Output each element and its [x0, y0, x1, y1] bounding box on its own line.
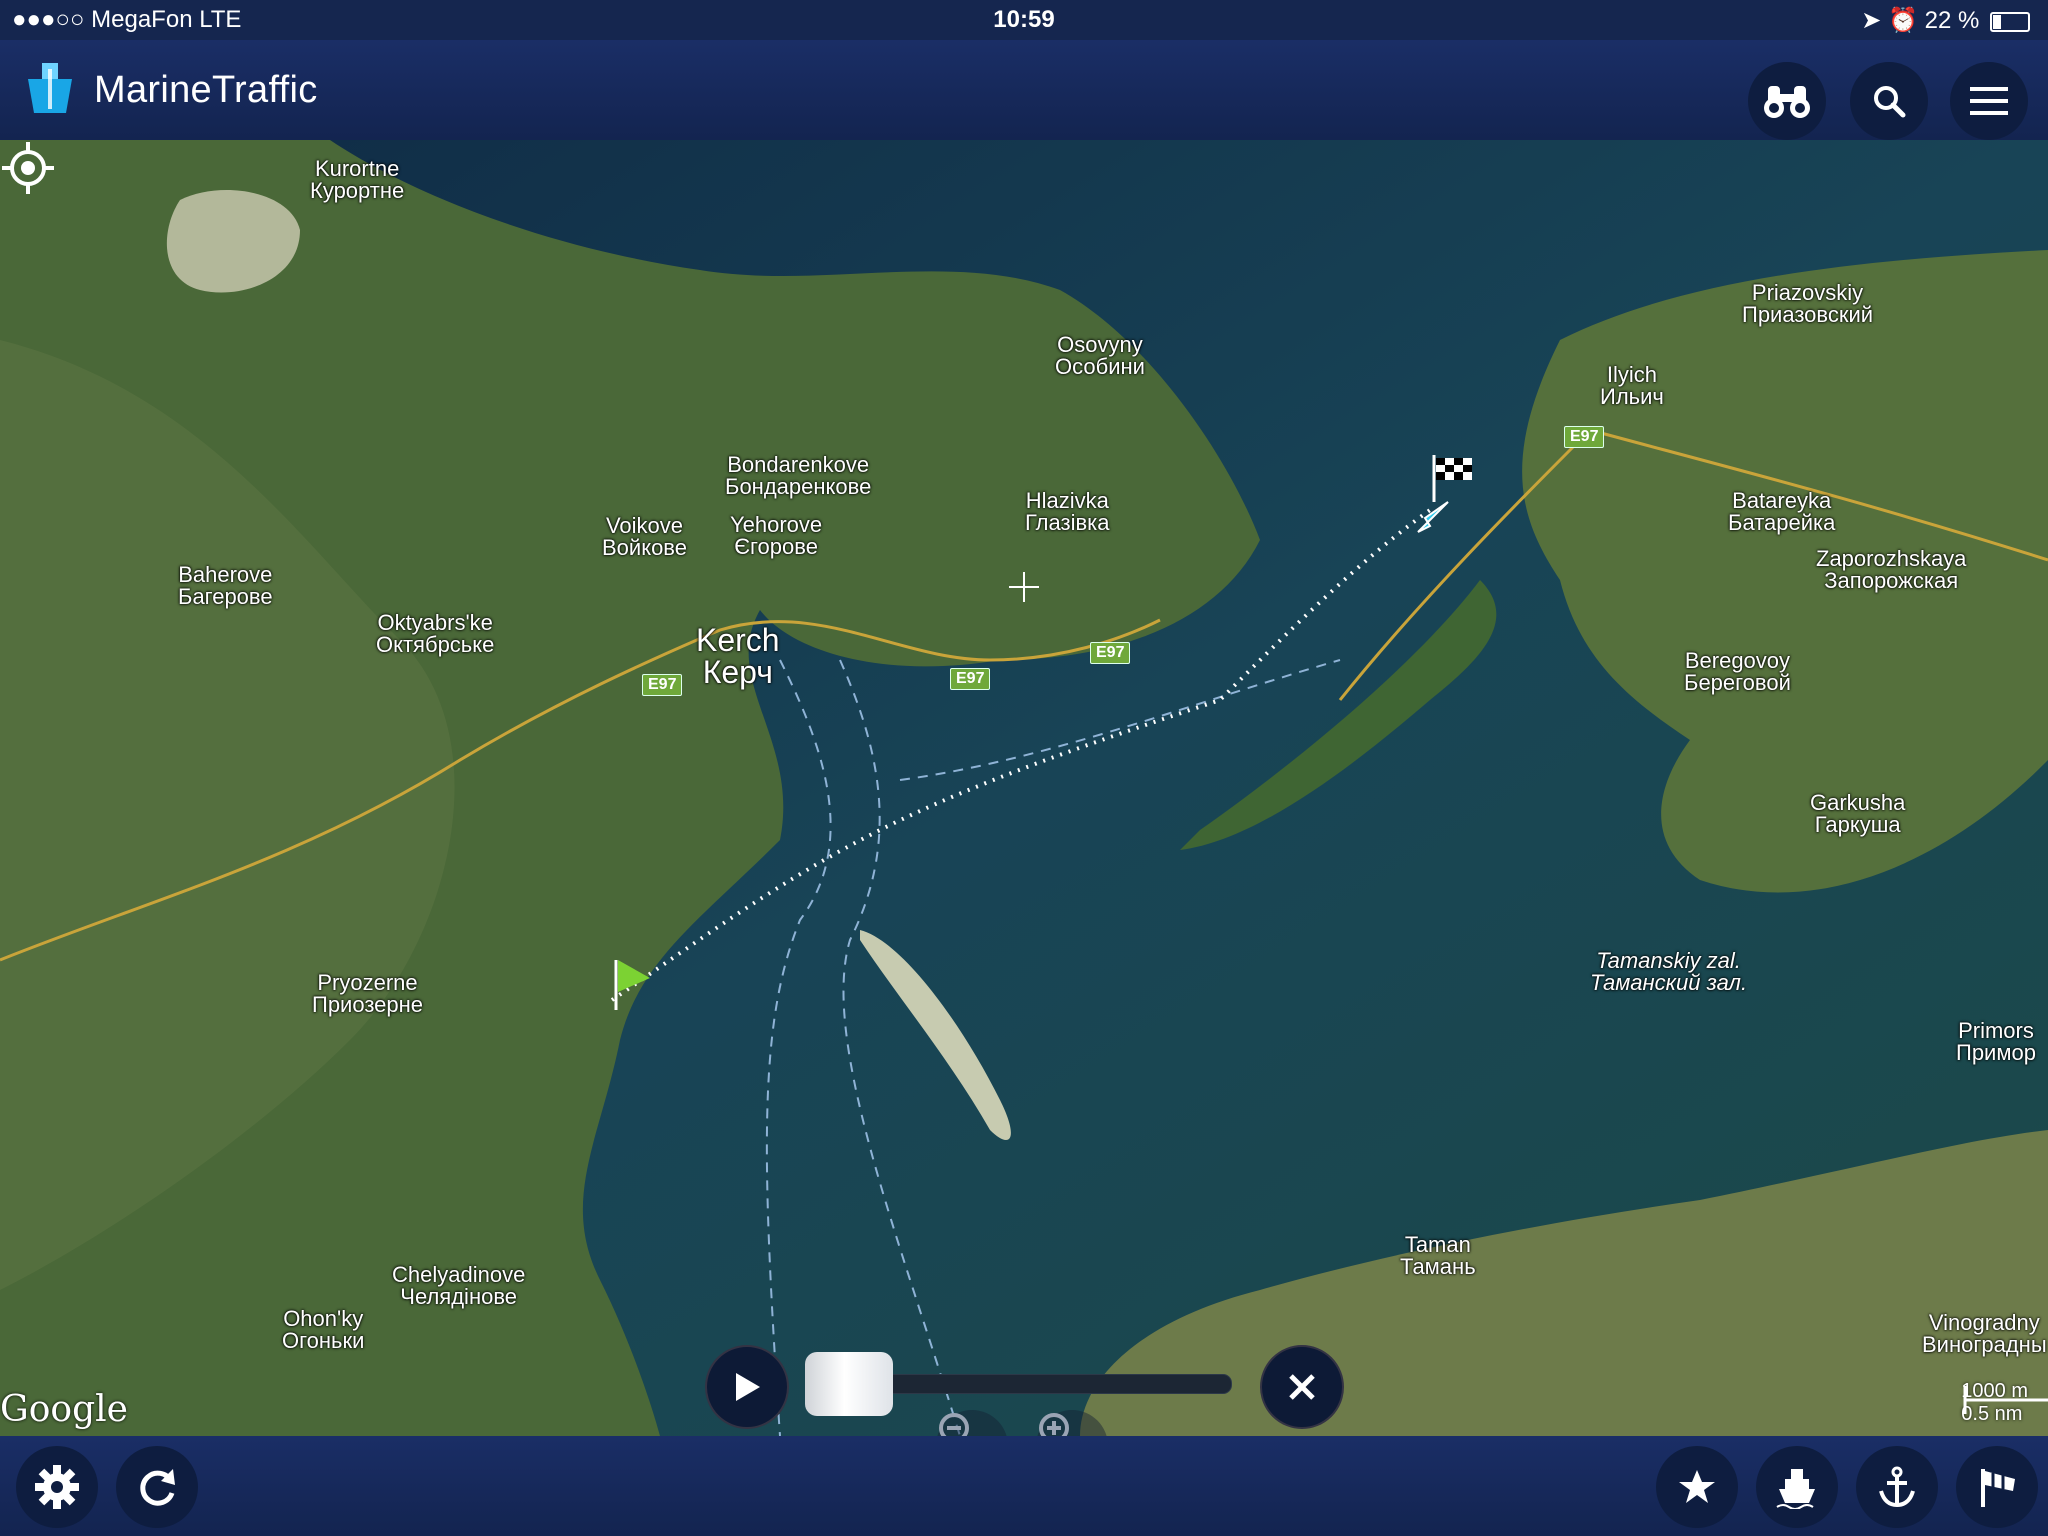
city-label-kerch: Kerch Керч [696, 622, 780, 690]
ports-button[interactable] [1856, 1446, 1938, 1528]
refresh-icon [140, 1469, 175, 1506]
ship-logo-icon [28, 63, 72, 113]
refresh-button[interactable] [116, 1446, 198, 1528]
menu-button[interactable] [1950, 62, 2028, 140]
place-label: Beregovoy Береговой [1684, 648, 1791, 695]
vessels-button[interactable] [1756, 1446, 1838, 1528]
track-playback [700, 1340, 1344, 1432]
battery-icon [1990, 11, 2030, 32]
star-icon [1679, 1470, 1715, 1503]
close-playback-button[interactable] [1260, 1345, 1344, 1429]
app-header: MarineTraffic [0, 40, 2048, 140]
place-label: Taman Тамань [1400, 1232, 1476, 1279]
place-label: Batareyka Батарейка [1728, 488, 1836, 535]
menu-icon [1970, 87, 2008, 115]
place-label: Osovyny Особини [1055, 332, 1145, 379]
settings-button[interactable] [16, 1446, 98, 1528]
place-label: Kurortne Курортне [310, 156, 405, 203]
map-scale: 1000 m 0.5 nm [1961, 1380, 2048, 1426]
place-label: Pryozerne Приозерне [312, 970, 424, 1017]
place-label: Vinogradny Виноградны [1922, 1310, 2047, 1357]
place-label: Oktyabrs'ke Октябрське [376, 610, 495, 657]
road-shield: E97 [642, 674, 683, 696]
place-label: Primors Примор [1956, 1018, 2036, 1065]
place-label: Chelyadinove Челядінове [392, 1262, 526, 1309]
location-arrow-icon: ➤ ⏰ [1861, 7, 1925, 34]
place-label: Voikove Войкове [602, 513, 687, 560]
place-label: Hlazivka Глазівка [1025, 488, 1110, 535]
favorites-button[interactable] [1656, 1446, 1738, 1528]
water-label: Tamanskiy zal. Таманский зал. [1590, 948, 1748, 995]
search-button[interactable] [1850, 62, 1928, 140]
place-label: Bondarenkove Бондаренкове [725, 452, 872, 499]
place-label: Ohon'ky Огоньки [282, 1306, 365, 1353]
locate-me-icon[interactable] [0, 140, 56, 196]
app-title: MarineTraffic [94, 68, 318, 111]
clock: 10:59 [993, 6, 1055, 33]
play-button[interactable] [705, 1345, 789, 1429]
battery-text: 22 % [1924, 7, 1980, 34]
status-right: ➤ ⏰ 22 % [1861, 6, 2030, 35]
brand: MarineTraffic [20, 60, 318, 120]
play-icon [736, 1373, 760, 1401]
ship-icon [1776, 1469, 1815, 1509]
road-shield: E97 [950, 668, 991, 690]
place-label: Baherove Багерове [178, 562, 273, 609]
anchor-icon [1879, 1466, 1915, 1508]
place-label: Ilyich Ильич [1600, 362, 1664, 409]
map-terrain [0, 140, 2048, 1436]
road-shield: E97 [1564, 426, 1605, 448]
place-label: Garkusha Гаркуша [1810, 790, 1906, 837]
binoculars-button[interactable] [1748, 62, 1826, 140]
place-label: Yehorove Єгорове [730, 512, 823, 559]
wind-flag-icon [1981, 1469, 2015, 1507]
search-icon [1874, 86, 1906, 118]
settings-gear-icon [35, 1465, 79, 1509]
scale-bar [1963, 1386, 2048, 1414]
close-icon [1289, 1374, 1315, 1400]
road-shield: E97 [1090, 642, 1131, 664]
weather-button[interactable] [1956, 1446, 2038, 1528]
place-label: Zaporozhskaya Запорожская [1816, 546, 1967, 593]
satellite-map[interactable]: Kurortne Курортне Osovyny Особини Bondaren… [0, 140, 2048, 1436]
google-attribution: Google [0, 1389, 128, 1430]
status-bar: ●●●○○ MegaFon LTE 10:59 ➤ ⏰ 22 % [0, 0, 2048, 40]
binoculars-icon [1764, 86, 1810, 118]
playback-slider-handle[interactable] [805, 1352, 893, 1416]
bottom-toolbar [0, 1436, 2048, 1536]
place-label: Priazovskiy Приазовский [1742, 280, 1874, 327]
